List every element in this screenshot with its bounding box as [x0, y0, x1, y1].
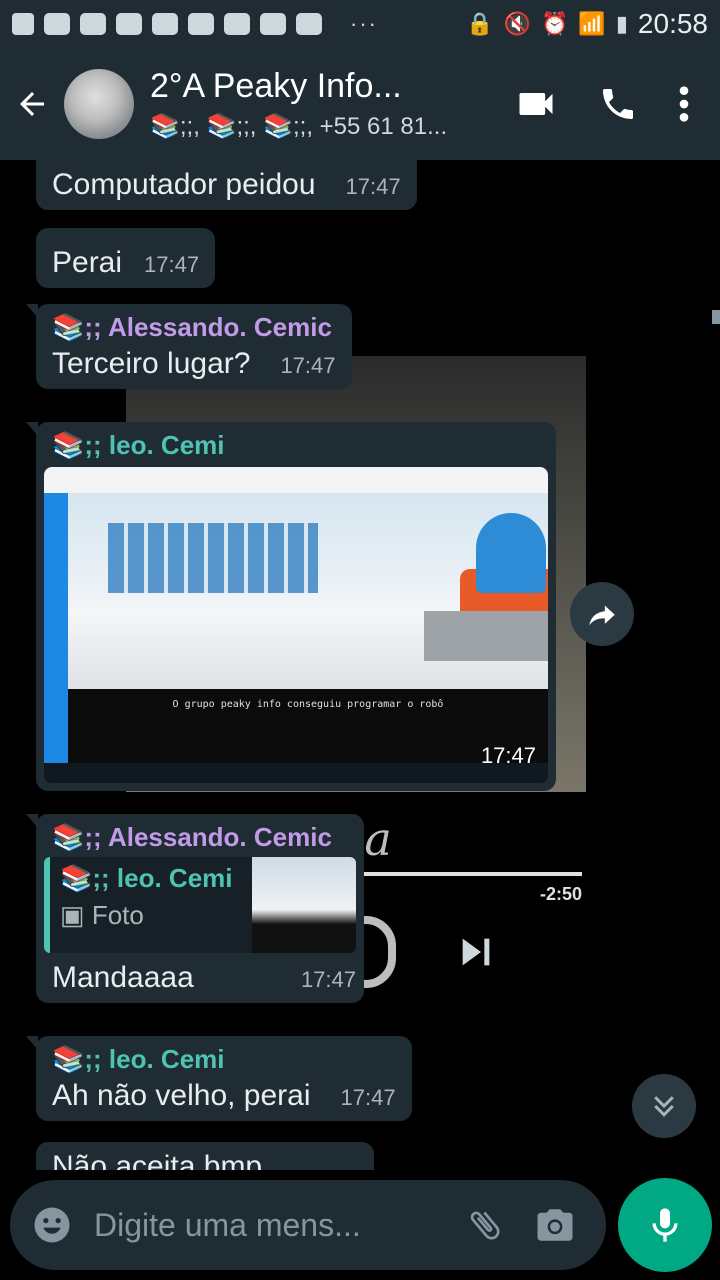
youtube-icon — [260, 13, 286, 35]
forward-button[interactable] — [570, 582, 634, 646]
attach-button[interactable] — [450, 1180, 520, 1270]
scroll-indicator — [712, 310, 720, 324]
forward-icon — [589, 605, 615, 626]
chat-title: 2°A Peaky Info... — [150, 67, 402, 105]
message-time: 17:47 — [144, 252, 200, 277]
skip-next-icon — [462, 938, 490, 966]
app-icon — [116, 13, 142, 35]
message-time: 17:47 — [480, 743, 536, 768]
image-message-bubble[interactable]: 📚;; leo. Cemi O grupo peaky info consegu… — [26, 422, 556, 791]
emoji-button[interactable] — [10, 1180, 94, 1270]
message-text: Mandaaaa — [52, 961, 194, 994]
scroll-to-bottom-button[interactable] — [632, 1074, 696, 1138]
input-bar: Digite uma mens... — [0, 1170, 720, 1280]
status-bar: ··· 🔒 🔇 ⏰ 📶 ▮ 20:58 — [0, 0, 720, 48]
message-sender[interactable]: 📚;; leo. Cemi — [44, 430, 548, 461]
screenshot-scene — [68, 493, 548, 689]
reply-message-bubble[interactable]: 📚;; Alessando. Cemic 📚;; leo. Cemi ▣ Fot… — [26, 814, 364, 1003]
message-text: Não aceita bmp — [52, 1150, 263, 1170]
screenshot-sidebar — [44, 493, 68, 763]
double-chevron-down-icon — [654, 1096, 674, 1117]
more-options-button[interactable] — [678, 84, 690, 124]
image-thumbnail[interactable]: O grupo peaky info conseguiu programar o… — [44, 467, 548, 783]
back-arrow-icon — [20, 92, 44, 116]
message-sender[interactable]: 📚;; leo. Cemi — [52, 1044, 396, 1075]
voice-call-button[interactable] — [598, 84, 638, 124]
quoted-message[interactable]: 📚;; leo. Cemi ▣ Foto — [44, 857, 356, 953]
message-bubble[interactable]: 📚;; leo. Cemi Ah não velho, perai 17:47 — [26, 1036, 412, 1121]
message-text: Computador peidou — [52, 168, 316, 201]
message-text: Perai — [52, 246, 123, 279]
screenshot-taskbar — [44, 763, 548, 783]
screenshot-toolbar — [44, 467, 548, 493]
lock-icon: 🔒 — [466, 11, 494, 36]
camera-icon — [537, 1209, 573, 1241]
paperclip-icon — [470, 1211, 500, 1240]
more-vert-icon — [679, 86, 689, 122]
voice-record-button[interactable] — [618, 1178, 712, 1272]
message-text: Ah não velho, perai — [52, 1079, 311, 1112]
robot-head — [476, 513, 546, 593]
group-avatar[interactable] — [64, 69, 134, 139]
wifi-icon: 📶 — [578, 11, 606, 36]
phone-icon — [603, 89, 633, 119]
scene-counter — [424, 611, 548, 661]
quoted-type: ▣ Foto — [60, 900, 242, 931]
chat-header: 2°A Peaky Info... 📚;;, 📚;;, 📚;;, +55 61 … — [0, 48, 720, 160]
message-text: Terceiro lugar? — [52, 347, 251, 380]
battery-icon: ▮ — [615, 11, 628, 36]
camera-button[interactable] — [520, 1180, 590, 1270]
message-input[interactable]: Digite uma mens... — [94, 1207, 450, 1244]
background-time: -2:50 — [540, 884, 583, 904]
youtube-icon — [224, 13, 250, 35]
background-progress — [360, 872, 582, 876]
photo-icon: ▣ — [60, 900, 85, 930]
message-time: 17:47 — [300, 967, 356, 992]
chat-title-block[interactable]: 2°A Peaky Info... 📚;;, 📚;;, 📚;;, +55 61 … — [150, 67, 470, 141]
quoted-type-label: Foto — [91, 900, 144, 930]
app-icon — [152, 13, 178, 35]
app-icon — [44, 13, 70, 35]
message-composer: Digite uma mens... — [10, 1180, 606, 1270]
chat-participants: 📚;;, 📚;;, 📚;;, +55 61 81... — [150, 113, 448, 140]
caption-text: O grupo peaky info conseguiu programar o… — [172, 699, 444, 710]
quoted-sender: 📚;; leo. Cemi — [60, 863, 233, 893]
alarm-icon: ⏰ — [541, 11, 569, 36]
message-bubble[interactable]: Não aceita bmp — [36, 1142, 374, 1170]
chat-area[interactable]: nia -2:50 Computador peidou 17:47 Perai … — [0, 160, 720, 1170]
scene-windows — [108, 523, 318, 593]
message-sender[interactable]: 📚;; Alessando. Cemic — [52, 312, 336, 343]
message-time: 17:47 — [280, 353, 336, 378]
quoted-thumbnail — [252, 857, 356, 953]
status-time: 20:58 — [637, 8, 708, 39]
message-time: 17:47 — [345, 174, 401, 199]
message-bubble[interactable]: Perai 17:47 — [36, 228, 216, 288]
notification-icon — [12, 13, 34, 35]
message-bubble[interactable]: Computador peidou 17:47 — [36, 160, 417, 210]
youtube-icon — [188, 13, 214, 35]
video-call-button[interactable] — [514, 82, 558, 126]
youtube-icon — [296, 13, 322, 35]
mute-icon: 🔇 — [503, 11, 531, 36]
app-icon — [80, 13, 106, 35]
emoji-icon — [34, 1207, 70, 1243]
message-bubble[interactable]: 📚;; Alessando. Cemic Terceiro lugar? 17:… — [26, 304, 352, 389]
more-notifications: ··· — [350, 11, 378, 36]
back-button[interactable] — [0, 48, 64, 160]
video-call-icon — [519, 93, 553, 115]
message-sender[interactable]: 📚;; Alessando. Cemic — [44, 822, 356, 853]
message-time: 17:47 — [340, 1085, 396, 1110]
screenshot-caption: O grupo peaky info conseguiu programar o… — [68, 689, 548, 763]
microphone-icon — [652, 1208, 678, 1242]
